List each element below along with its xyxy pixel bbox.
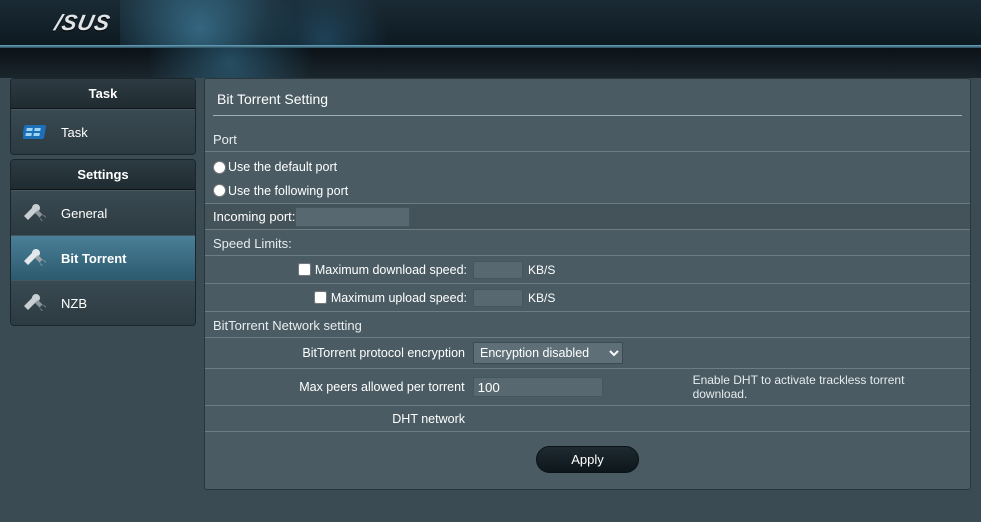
row-use-default-port: Use the default port <box>205 152 970 178</box>
encryption-label: BitTorrent protocol encryption <box>213 346 473 360</box>
sidebar-settings-group: Settings General Bit Torrent <box>10 159 196 326</box>
max-upload-input[interactable] <box>473 289 523 307</box>
row-max-download: Maximum download speed: KB/S <box>205 256 970 284</box>
radio-following-port-label[interactable]: Use the following port <box>213 184 348 198</box>
dht-note-text: Enable DHT to activate trackless torrent… <box>603 373 962 401</box>
page-title: Bit Torrent Setting <box>205 79 970 115</box>
sidebar-item-label: Bit Torrent <box>61 251 126 266</box>
max-download-label: Maximum download speed: <box>315 263 467 277</box>
task-icon <box>23 120 51 144</box>
row-encryption: BitTorrent protocol encryption Encryptio… <box>205 338 970 369</box>
brand-logo: /SUS <box>52 10 113 36</box>
checkbox-max-download[interactable] <box>298 263 311 276</box>
radio-default-port-text: Use the default port <box>228 160 337 174</box>
row-use-following-port: Use the following port <box>205 178 970 204</box>
section-network-heading: BitTorrent Network setting <box>205 312 970 338</box>
radio-following-port[interactable] <box>213 184 226 197</box>
sidebar-header-settings: Settings <box>11 160 195 190</box>
row-incoming-port: Incoming port: <box>205 204 970 230</box>
main-container: Task Task Settings <box>0 78 981 500</box>
max-download-input[interactable] <box>473 261 523 279</box>
app-header: /SUS <box>0 0 981 45</box>
incoming-port-label: Incoming port: <box>213 209 295 224</box>
content-panel: Bit Torrent Setting Port Use the default… <box>204 78 971 490</box>
wrench-icon <box>23 246 51 270</box>
incoming-port-input[interactable] <box>295 207 410 227</box>
radio-following-port-text: Use the following port <box>228 184 348 198</box>
max-upload-label: Maximum upload speed: <box>331 291 467 305</box>
sidebar-task-group: Task Task <box>10 78 196 155</box>
apply-button[interactable]: Apply <box>536 446 639 473</box>
sidebar: Task Task Settings <box>10 78 196 490</box>
dht-label: DHT network <box>213 412 473 426</box>
section-port-heading: Port <box>205 126 970 152</box>
apply-wrap: Apply <box>205 432 970 489</box>
unit-label: KB/S <box>528 263 555 277</box>
row-max-peers: Max peers allowed per torrent Enable DHT… <box>205 369 970 406</box>
unit-label: KB/S <box>528 291 555 305</box>
sidebar-item-task[interactable]: Task <box>11 109 195 154</box>
sidebar-header-task: Task <box>11 79 195 109</box>
max-peers-label: Max peers allowed per torrent <box>213 380 473 394</box>
encryption-select[interactable]: Encryption disabled <box>473 342 623 364</box>
sidebar-item-label: General <box>61 206 107 221</box>
sidebar-item-label: Task <box>61 125 88 140</box>
row-max-upload: Maximum upload speed: KB/S <box>205 284 970 312</box>
sidebar-item-bittorrent[interactable]: Bit Torrent <box>11 235 195 280</box>
max-peers-input[interactable] <box>473 377 603 397</box>
banner-area <box>0 48 981 78</box>
radio-default-port-label[interactable]: Use the default port <box>213 160 337 174</box>
checkbox-max-upload[interactable] <box>314 291 327 304</box>
wrench-icon <box>23 201 51 225</box>
wrench-icon <box>23 291 51 315</box>
row-dht-network: DHT network <box>205 406 970 432</box>
sidebar-item-general[interactable]: General <box>11 190 195 235</box>
radio-default-port[interactable] <box>213 161 226 174</box>
section-speed-heading: Speed Limits: <box>205 230 970 256</box>
sidebar-item-nzb[interactable]: NZB <box>11 280 195 325</box>
sidebar-item-label: NZB <box>61 296 87 311</box>
